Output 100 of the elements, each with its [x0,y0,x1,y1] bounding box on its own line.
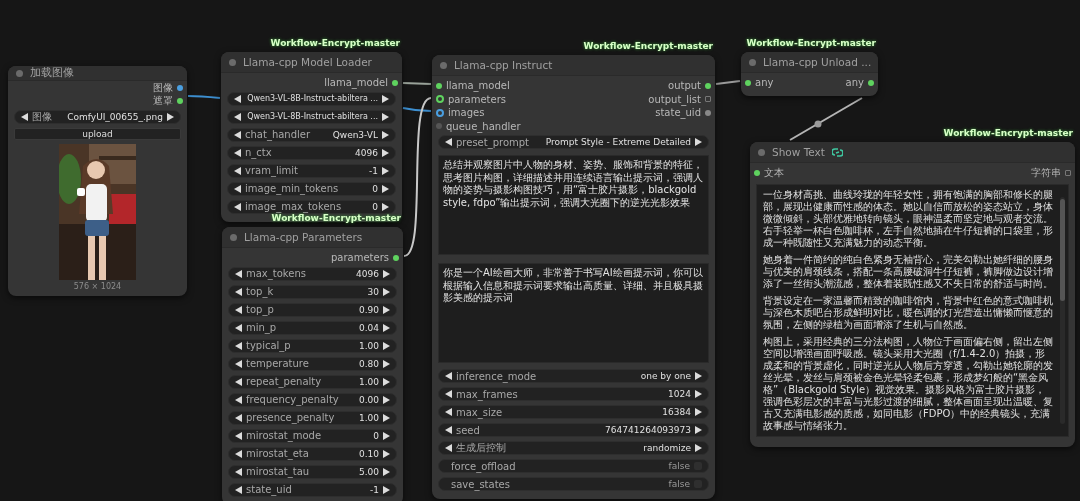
output-socket-icon[interactable] [868,79,874,86]
input-label: 文本 [764,165,784,180]
number-field[interactable]: min_p 0.04 [228,320,397,335]
combo-field[interactable]: 生成后控制 randomize [438,441,709,455]
decrement-arrow-icon[interactable] [445,390,452,398]
number-field[interactable]: n_ctx 4096 [227,145,396,160]
decrement-arrow-icon[interactable] [21,113,28,121]
input-label: images [448,107,485,119]
collapse-dot-icon[interactable] [230,233,237,241]
scrollbar[interactable] [1060,196,1065,424]
combo-field[interactable]: chat_handler Qwen3-VL [227,127,396,142]
number-field[interactable]: vram_limit -1 [227,163,396,178]
node-title: Llama-cpp Parameters [244,231,363,243]
output-socket-icon[interactable] [705,82,711,89]
collapse-dot-icon[interactable] [229,58,236,66]
node-title: Llama-cpp Unload ... [763,56,872,68]
node-tag-label: Workflow-Encrypt-master [746,38,876,48]
combo-field[interactable]: Qwen3-VL-8B-Instruct-abiltera ... [227,91,396,106]
output-label: state_uid [655,107,701,119]
input-socket-icon[interactable] [754,169,760,176]
number-field[interactable]: frequency_penalty 0.00 [228,392,397,407]
output-socket-icon[interactable] [177,84,183,91]
input-socket-icon[interactable] [436,95,444,104]
connection-wire[interactable] [402,107,432,112]
number-field[interactable]: max_tokens 4096 [228,266,397,281]
input-label: any [755,77,774,89]
output-label: output_list [648,93,701,105]
output-socket-icon[interactable] [705,96,711,103]
output-socket-icon[interactable] [392,79,398,86]
node-title: Llama-cpp Instruct [454,59,553,71]
increment-arrow-icon[interactable] [167,113,174,121]
node-tag-label: Workflow-Encrypt-master [270,38,400,48]
decrement-arrow-icon[interactable] [445,426,452,434]
node-title: 加载图像 [30,66,74,80]
number-field[interactable]: max_frames 1024 [438,387,709,401]
toggle-field[interactable]: force_offload false [438,459,709,473]
number-field[interactable]: temperature 0.80 [228,356,397,371]
number-field[interactable]: typical_p 1.00 [228,338,397,353]
increment-arrow-icon[interactable] [695,444,702,452]
input-label: llama_model [446,80,510,92]
number-field[interactable]: mirostat_tau 5.00 [228,464,397,479]
decrement-arrow-icon[interactable] [445,408,452,416]
increment-arrow-icon[interactable] [695,138,702,146]
increment-arrow-icon[interactable] [695,372,702,380]
input-socket-icon[interactable] [745,79,751,86]
output-socket-icon[interactable] [393,254,399,261]
output-paragraph: 构图上，采用经典的三分法构图，人物位于画面偏右侧，留出左侧空间以增强画面呼吸感。镜头采用大光圈（f/1.4-2.0）拍摄，形成柔和的背景虚化，同时逆光从人物后方穿透，勾勒出她轮廓的发丝光晕，发丝与肩颈被金色光晕轻柔包裹，形成梦幻般的“黑金风格”（Blackgold Style）视觉效果。摄影风格为富士胶片摄影，强调色彩层次的丰富与光影过渡的细腻，整体画面呈现出温暖、复古又充满电影感的质感，如同电影（FDPO）中的经典镜头，充满故事感与情绪张力。 [763,335,1054,432]
number-field[interactable]: seed 764741264093973 [438,423,709,437]
connection-wire[interactable] [403,97,432,257]
collapse-dot-icon[interactable] [749,58,756,66]
input-socket-icon[interactable] [436,82,442,89]
number-field[interactable]: mirostat_mode 0 [228,428,397,443]
text-output-field[interactable] [756,183,1069,437]
collapse-dot-icon[interactable] [440,61,447,69]
number-field[interactable]: image_min_tokens 0 [227,181,396,196]
output-label: 遮罩 [153,94,173,109]
node-tag-label: Workflow-Encrypt-master [943,128,1073,138]
decrement-arrow-icon[interactable] [445,138,452,146]
decrement-arrow-icon[interactable] [445,372,452,380]
number-field[interactable]: mirostat_eta 0.10 [228,446,397,461]
number-field[interactable]: top_p 0.90 [228,302,397,317]
connection-wire[interactable] [187,95,221,99]
prompt-field[interactable]: 你是一个AI绘画大师，非常善于书写AI绘画提示词，你可以根据输入信息和提示词要求输出高质量、详细、并且极具摄影美感的提示词 [438,263,709,363]
number-field[interactable]: top_k 30 [228,284,397,299]
increment-arrow-icon[interactable] [695,390,702,398]
input-socket-icon[interactable] [436,123,442,130]
number-field[interactable]: max_size 16384 [438,405,709,419]
output-paragraph: 她身着一件简约的纯白色紧身无袖背心，完美勾勒出她纤细的腰身与优美的肩颈线条，搭配一条高腰破洞牛仔短裤，裤脚做边设计增添了一丝街头潮流感，整体着装既性感又不失日常的舒适与时尚。 [763,253,1054,290]
combo-field[interactable]: preset_prompt Prompt Style - Extreme Detailed [438,135,709,149]
output-socket-icon[interactable] [177,98,183,105]
increment-arrow-icon[interactable] [695,426,702,434]
prompt-field[interactable]: 总结并观察图片中人物的身材、姿势、服饰和背景的特征，思考图片构图，详细描述并用连续语言输出提示词，强调人物的姿势与摄影构图技巧，用“富士胶片摄影，blackgold style, fdpo”输出提示词，强调大光圈下的逆光光影效果 [438,155,709,255]
output-label: output [668,80,701,92]
output-label: 字符串 [1031,165,1061,180]
decrement-arrow-icon[interactable] [445,444,452,452]
output-paragraph: 背景设定在一家温馨而精致的咖啡馆内，背景中红色的意式咖啡机与深色木质吧台形成鲜明对比，暖色调的灯光营造出慵懒而惬意的氛围，左侧的绿植为画面增添了生机与自然感。 [763,294,1054,331]
connection-wire[interactable] [402,82,432,85]
number-field[interactable]: image_max_tokens 0 [227,199,396,214]
connection-wire[interactable] [789,97,863,141]
output-label: any [845,77,864,89]
output-label: parameters [331,252,389,264]
output-socket-icon[interactable] [1065,169,1071,176]
node-title: Llama-cpp Model Loader [243,56,372,68]
connection-wire[interactable] [715,80,741,85]
combo-field[interactable]: inference_mode one by one [438,369,709,383]
output-label: llama_model [324,77,388,89]
number-field[interactable]: repeat_penalty 1.00 [228,374,397,389]
number-field[interactable]: presence_penalty 1.00 [228,410,397,425]
input-socket-icon[interactable] [436,108,444,117]
collapse-dot-icon[interactable] [16,69,23,77]
collapse-dot-icon[interactable] [758,148,765,156]
upload-button[interactable]: upload [14,128,181,140]
node-panel[interactable]: 加载图像 图像 遮罩 图像 ComfyUI_00655_.png upload 576 × 1024 [8,66,187,296]
number-field[interactable]: state_uid -1 [228,482,397,497]
combo-field[interactable]: 图像 ComfyUI_00655_.png [14,110,181,124]
toggle-field[interactable]: save_states false [438,477,709,491]
output-socket-icon[interactable] [705,109,711,116]
increment-arrow-icon[interactable] [695,408,702,416]
output-label: 图像 [153,80,173,95]
combo-field[interactable]: Qwen3-VL-8B-Instruct-abiltera ... [227,109,396,124]
